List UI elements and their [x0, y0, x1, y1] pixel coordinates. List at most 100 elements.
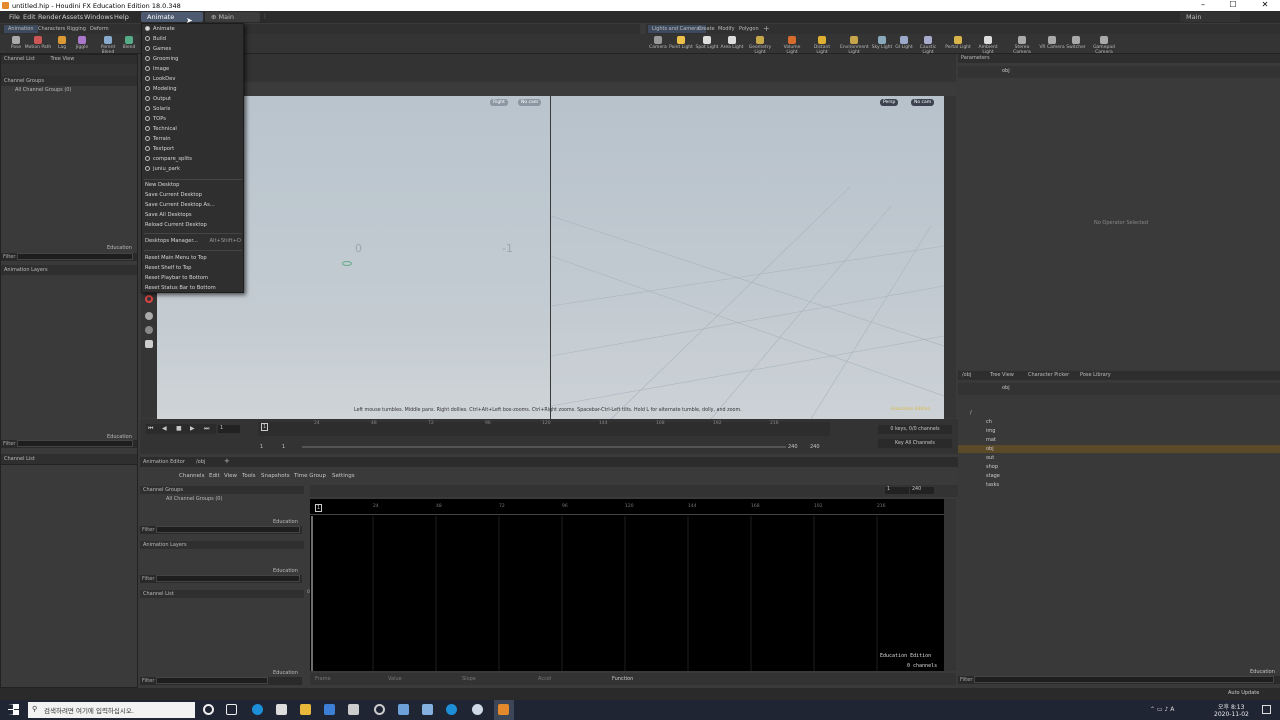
menu-assets[interactable]: Assets	[62, 13, 83, 21]
tool-jiggle[interactable]: Jiggle	[68, 35, 96, 53]
desktop-option-output[interactable]: Output	[145, 95, 171, 104]
reset-main-menu-item[interactable]: Reset Main Menu to Top	[145, 254, 207, 263]
shelf-tab-deform[interactable]: Deform	[86, 25, 113, 33]
playback-start-field[interactable]: 1	[282, 444, 285, 450]
tree-shop[interactable]: shop	[986, 463, 998, 471]
play-reverse-button[interactable]: ◀	[162, 425, 167, 432]
tool-caustic-light[interactable]: Caustic Light	[914, 35, 942, 55]
playback-end-field[interactable]: 240	[788, 444, 798, 450]
anim-filter-input-3[interactable]	[156, 677, 268, 684]
camera-selector-right[interactable]: No cam	[911, 99, 935, 106]
menu-file[interactable]: File	[9, 13, 20, 21]
tab-pose-library[interactable]: Pose Library	[1080, 372, 1111, 378]
add-shelf-icon[interactable]: +	[763, 24, 770, 33]
tab-tree-view-net[interactable]: Tree View	[990, 372, 1014, 378]
menu-view[interactable]: View	[224, 473, 237, 479]
tool-parent-blend[interactable]: Parent Blend	[94, 35, 122, 55]
houdini-taskbar-active[interactable]	[494, 700, 514, 720]
close-button[interactable]: ✕	[1250, 0, 1280, 11]
new-desktop-item[interactable]: New Desktop	[145, 181, 179, 190]
edge-icon[interactable]	[252, 704, 263, 715]
mail-icon[interactable]	[324, 704, 335, 715]
tool-stereo-camera[interactable]: Stereo Camera	[1008, 35, 1036, 55]
tool-volume-light[interactable]: Volume Light	[778, 35, 806, 55]
current-frame-marker[interactable]: 1	[261, 423, 269, 431]
pose-tool-icon[interactable]	[145, 312, 153, 320]
desktop-option-technical[interactable]: Technical	[145, 125, 177, 134]
last-frame-button[interactable]: ⏭	[204, 425, 209, 433]
magnet-icon[interactable]	[145, 295, 153, 303]
key-all-channels-button[interactable]: Key All Channels	[878, 439, 952, 448]
desktop-option-animate[interactable]: Animate	[145, 25, 175, 34]
menu-channels[interactable]: Channels	[179, 473, 204, 479]
tool-gamepad-camera[interactable]: Gamepad Camera	[1090, 35, 1118, 55]
desktop-option-tops[interactable]: TOPs	[145, 115, 166, 124]
save-current-desktop-item[interactable]: Save Current Desktop	[145, 191, 202, 200]
desktop-selector[interactable]: Animate	[141, 12, 203, 22]
parameters-path[interactable]: obj	[1002, 68, 1010, 74]
maximize-button[interactable]: ☐	[1218, 0, 1248, 11]
reset-status-bar-item[interactable]: Reset Status Bar to Bottom	[145, 284, 216, 293]
minimize-button[interactable]: –	[1188, 0, 1218, 11]
tree-root[interactable]: /	[970, 409, 972, 417]
menu-tools[interactable]: Tools	[242, 473, 256, 479]
anim-filter-input[interactable]	[156, 526, 300, 533]
shelf-tab-polygon[interactable]: Polygon	[735, 25, 763, 33]
tool-blend[interactable]: Blend	[120, 35, 138, 53]
desktop-option-textport[interactable]: Textport	[145, 145, 174, 154]
desktop-option-compare-splits[interactable]: compare_splits	[145, 155, 192, 164]
graph-editor[interactable]: 1 24 48 72 96 120 144 168 192 216 0 Educ…	[307, 499, 944, 671]
file-explorer-icon[interactable]	[300, 704, 311, 715]
tab-obj[interactable]: /obj	[196, 459, 205, 465]
desktop-option-lookdev[interactable]: LookDev	[145, 75, 175, 84]
network-path[interactable]: obj	[1002, 385, 1010, 391]
tool-distant-light[interactable]: Distant Light	[808, 35, 836, 55]
desktop-option-build[interactable]: Build	[145, 35, 166, 44]
tab-channel-list[interactable]: Channel List	[4, 56, 35, 62]
tab-obj-network[interactable]: /obj	[962, 372, 971, 378]
app-icon-8[interactable]	[398, 704, 409, 715]
notification-icon[interactable]	[1262, 705, 1271, 714]
cortana-icon[interactable]	[203, 704, 214, 715]
network-filter-input[interactable]	[974, 676, 1274, 683]
all-channel-groups[interactable]: All Channel Groups (0)	[1, 86, 137, 94]
range-end-field[interactable]: 240	[910, 487, 934, 494]
menu-windows[interactable]: Windows	[84, 13, 113, 21]
view-selector-persp[interactable]: Persp	[880, 99, 899, 106]
desktop-option-image[interactable]: Image	[145, 65, 169, 74]
menu-edit[interactable]: Edit	[23, 13, 36, 21]
play-button[interactable]: ▶	[190, 425, 195, 432]
tab-tree-view[interactable]: Tree View	[50, 56, 74, 62]
tab-animation-editor[interactable]: Animation Editor	[143, 459, 185, 465]
frame-field[interactable]: 1	[218, 425, 240, 433]
app-icon-7[interactable]	[374, 704, 385, 715]
tree-ch[interactable]: ch	[986, 418, 992, 426]
view-selector-right[interactable]: Right	[490, 99, 508, 106]
app-icon-6[interactable]	[348, 704, 359, 715]
stop-button[interactable]: ■	[176, 425, 182, 432]
filter-input-2[interactable]	[17, 440, 133, 447]
tool-point-light[interactable]: Point Light	[667, 35, 695, 53]
menu-help[interactable]: Help	[114, 13, 129, 21]
menu-time-group[interactable]: Time Group	[294, 473, 326, 479]
tree-obj-selected[interactable]: obj	[958, 445, 1280, 453]
handle-tool-icon[interactable]	[145, 340, 153, 348]
range-start-field[interactable]: 1	[885, 487, 909, 494]
desktop-option-juniu-park[interactable]: juniu_park	[145, 165, 180, 174]
filter-input[interactable]	[17, 253, 133, 260]
desktop-option-grooming[interactable]: Grooming	[145, 55, 178, 64]
desktop-tab-main[interactable]: ⊕ Main	[205, 12, 260, 22]
menu-render[interactable]: Render	[38, 13, 61, 21]
reload-current-desktop-item[interactable]: Reload Current Desktop	[145, 221, 207, 230]
tab-character-picker[interactable]: Character Picker	[1028, 372, 1069, 378]
tool-ambient-light[interactable]: Ambient Light	[974, 35, 1002, 55]
select-tool-icon[interactable]	[145, 326, 153, 334]
tree-stage[interactable]: stage	[986, 472, 1000, 480]
tool-environment-light[interactable]: Environment Light	[840, 35, 869, 55]
task-view-icon[interactable]	[226, 704, 237, 715]
desktop-option-solaris[interactable]: Solaris	[145, 105, 170, 114]
taskbar-search-box[interactable]: ⚲ 검색하려면 여기에 입력하십시오.	[28, 702, 195, 718]
browser-icon[interactable]	[446, 704, 457, 715]
menu-settings[interactable]: Settings	[332, 473, 355, 479]
global-end-field[interactable]: 240	[810, 444, 820, 450]
